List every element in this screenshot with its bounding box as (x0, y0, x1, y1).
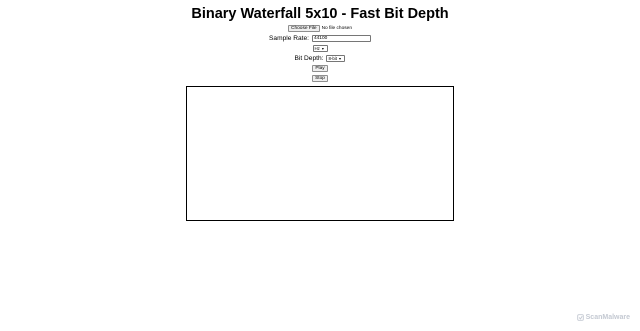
sample-rate-unit-select[interactable]: Hz ▾ (312, 44, 328, 52)
page: Binary Waterfall 5x10 - Fast Bit Depth C… (0, 0, 640, 331)
stop-row: Stop (0, 74, 640, 82)
choose-file-button[interactable]: Choose File (287, 24, 320, 32)
page-title: Binary Waterfall 5x10 - Fast Bit Depth (191, 6, 449, 22)
chevron-down-icon: ▾ (321, 45, 324, 51)
file-status-text: No file chosen (321, 25, 352, 31)
sample-rate-row: Sample Rate: 44100 (0, 34, 640, 42)
sample-rate-label: Sample Rate: (269, 34, 309, 42)
bit-depth-label: Bit Depth: (294, 54, 324, 62)
bit-depth-row: Bit Depth: 8-bit ▾ (0, 54, 640, 62)
scanmalware-logo-icon (576, 314, 584, 321)
play-row: Play (0, 64, 640, 72)
play-button[interactable]: Play (312, 64, 328, 72)
sample-rate-unit-row: Hz ▾ (0, 44, 640, 52)
sample-rate-input[interactable]: 44100 (311, 34, 371, 42)
chevron-down-icon: ▾ (339, 55, 342, 61)
bit-depth-value: 8-bit (328, 55, 338, 61)
watermark: ScanMalware (576, 314, 630, 321)
stop-button[interactable]: Stop (312, 74, 328, 82)
sample-rate-unit-value: Hz (314, 45, 320, 51)
bit-depth-select[interactable]: 8-bit ▾ (326, 54, 346, 62)
file-picker: Choose File No file chosen (0, 24, 640, 32)
watermark-text: ScanMalware (585, 314, 630, 321)
waterfall-canvas[interactable] (186, 86, 454, 221)
